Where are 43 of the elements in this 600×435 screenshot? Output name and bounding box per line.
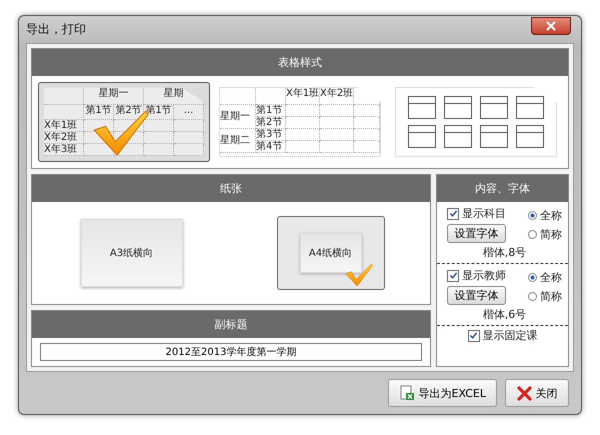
spreadsheet-icon [398,385,415,401]
font-info: 楷体,6号 [482,307,526,322]
radio-option[interactable]: 全称 [528,208,562,223]
paper-label: A4纸横向 [308,246,352,260]
section-header: 纸张 [32,175,430,202]
table-text: X年1班 [286,88,320,105]
table-text: 星期二 [220,129,256,153]
close-icon [546,20,556,30]
paper-option[interactable]: A4纸横向 [276,216,384,290]
table-text: 星期 [144,88,204,105]
close-button[interactable]: 关闭 [505,379,569,407]
table-text: 第4节 [256,141,286,153]
subtitle-field[interactable]: 2012至2013学年度第一学期 [40,343,422,361]
checkmark-icon [344,263,374,287]
window-title: 导出，打印 [26,21,86,38]
export-button[interactable]: 导出为EXCEL [388,379,497,407]
table-text: X年3班 [44,144,84,156]
set-font-button[interactable]: 设置字体 [447,286,506,305]
checkbox[interactable]: 显示教师 [447,268,506,283]
section-header: 内容、字体 [437,175,568,202]
paper-label: A3纸横向 [110,246,154,260]
table-text: 星期一 [220,105,256,129]
checkbox[interactable]: 显示科目 [447,206,506,221]
table-text: X年2班 [320,88,354,105]
set-font-button[interactable]: 设置字体 [447,224,506,243]
table-style-option[interactable]: 星期一 星期 第1节 第2节 第1节 ... X年1班 X年2班 X年3班 [38,82,210,162]
close-button[interactable] [531,16,571,34]
table-text: 第3节 [256,129,286,141]
close-icon [516,386,532,400]
table-text: 第1节 [84,105,114,120]
table-text: 第2节 [256,117,286,129]
checkbox[interactable]: 显示固定课 [468,328,538,343]
section-header: 副标题 [32,311,430,338]
radio-option[interactable]: 简称 [528,289,562,304]
radio-option[interactable]: 简称 [528,227,562,242]
section-header: 表格样式 [32,49,568,76]
table-text: ... [174,105,204,120]
table-text: 星期一 [84,88,144,105]
radio-option[interactable]: 全称 [528,270,562,285]
font-info: 楷体,8号 [482,245,526,260]
table-text: X年1班 [44,120,84,132]
table-text: 第1节 [256,105,286,117]
table-text: X年2班 [44,132,84,144]
